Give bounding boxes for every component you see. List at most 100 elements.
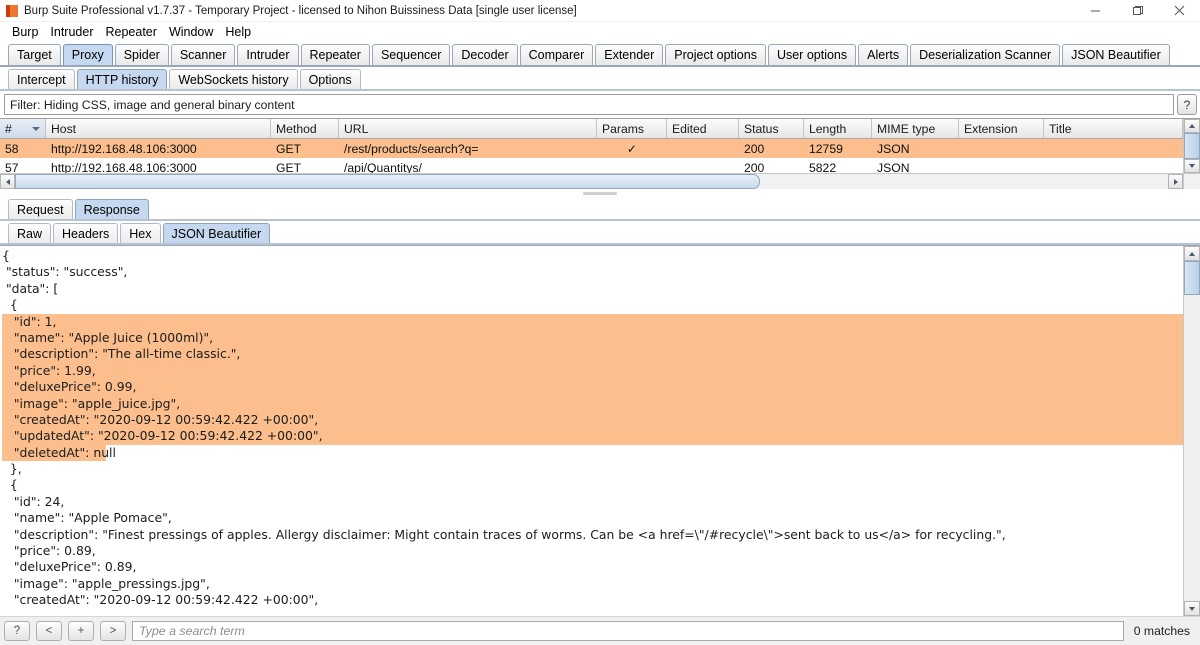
response-line: "id": 1,: [2, 313, 1183, 330]
table-row[interactable]: 58 http://192.168.48.106:3000 GET /rest/…: [0, 139, 1183, 158]
column-header-num[interactable]: #: [0, 119, 46, 138]
tab-intruder[interactable]: Intruder: [237, 44, 299, 65]
scroll-down-icon[interactable]: [1184, 601, 1200, 616]
cell-edited: [667, 158, 739, 173]
tab-scanner[interactable]: Scanner: [170, 44, 236, 65]
tab-comparer[interactable]: Comparer: [519, 44, 594, 65]
response-line: "updatedAt": "2020-09-12 00:59:42.422 +0…: [2, 428, 1183, 445]
scrollbar-track[interactable]: [1184, 295, 1200, 601]
maximize-button[interactable]: [1116, 0, 1158, 21]
scroll-up-icon[interactable]: [1184, 246, 1200, 261]
column-header-length[interactable]: Length: [804, 119, 872, 138]
menu-item-burp[interactable]: Burp: [6, 23, 44, 41]
search-help-button[interactable]: ?: [4, 621, 30, 641]
filter-bar[interactable]: Filter: Hiding CSS, image and general bi…: [4, 94, 1174, 115]
column-header-edited[interactable]: Edited: [667, 119, 739, 138]
tab-repeater[interactable]: Repeater: [300, 44, 370, 65]
sort-descending-icon: [32, 126, 40, 131]
minimize-button[interactable]: [1074, 0, 1116, 21]
cell-num: 57: [5, 160, 19, 174]
column-header-status[interactable]: Status: [739, 119, 804, 138]
scrollbar-thumb[interactable]: [1184, 133, 1200, 159]
tab-alerts[interactable]: Alerts: [858, 44, 909, 65]
search-input[interactable]: Type a search term: [132, 621, 1124, 641]
tab-websockets-history[interactable]: WebSockets history: [169, 69, 298, 89]
response-line: "deluxePrice": 0.89,: [2, 559, 137, 575]
scrollbar-thumb[interactable]: [1184, 261, 1200, 295]
response-line: {: [2, 248, 10, 263]
response-line: "description": "Finest pressings of appl…: [2, 526, 1006, 542]
response-body-editor[interactable]: { "status": "success", "data": [ { "id":…: [0, 246, 1183, 616]
response-line: {: [2, 297, 18, 313]
tab-project-options[interactable]: Project options: [665, 44, 766, 65]
table-body: 58 http://192.168.48.106:3000 GET /rest/…: [0, 139, 1183, 173]
response-line: "createdAt": "2020-09-12 00:59:42.422 +0…: [2, 411, 1183, 429]
tab-spider[interactable]: Spider: [114, 44, 169, 65]
column-header-host[interactable]: Host: [46, 119, 271, 138]
hscrollbar-track[interactable]: [15, 174, 1168, 189]
tab-request[interactable]: Request: [8, 199, 73, 219]
tab-sequencer[interactable]: Sequencer: [371, 44, 451, 65]
panel-splitter[interactable]: [0, 189, 1200, 198]
tab-proxy[interactable]: Proxy: [62, 44, 113, 65]
column-header-method[interactable]: Method: [271, 119, 339, 138]
tab-options[interactable]: Options: [299, 69, 361, 89]
response-line: "price": 1.99,: [2, 362, 1183, 380]
search-previous-button[interactable]: <: [36, 621, 62, 641]
column-header-extension[interactable]: Extension: [959, 119, 1044, 138]
filter-help-button[interactable]: ?: [1177, 94, 1197, 115]
message-tab-bar: Request Response: [0, 198, 1200, 221]
scroll-down-icon[interactable]: [1184, 158, 1200, 174]
menu-item-repeater[interactable]: Repeater: [100, 23, 163, 41]
cell-url: /api/Quantitys/: [344, 160, 422, 174]
tab-extender[interactable]: Extender: [595, 44, 664, 65]
tab-json-beautifier-view[interactable]: JSON Beautifier: [162, 223, 271, 243]
column-header-mime-type[interactable]: MIME type: [872, 119, 959, 138]
cell-params: ✓: [626, 141, 638, 156]
response-line: {: [2, 477, 18, 493]
tab-response[interactable]: Response: [74, 199, 149, 219]
cell-extension: [959, 139, 1044, 158]
scroll-up-icon[interactable]: [1184, 119, 1200, 134]
menu-item-help[interactable]: Help: [219, 23, 257, 41]
close-button[interactable]: [1158, 0, 1200, 21]
tab-hex[interactable]: Hex: [120, 223, 161, 243]
column-header-url[interactable]: URL: [339, 119, 597, 138]
column-label: #: [5, 121, 12, 136]
tab-json-beautifier[interactable]: JSON Beautifier: [1062, 44, 1170, 65]
tab-decoder[interactable]: Decoder: [452, 44, 518, 65]
editor-vertical-scrollbar[interactable]: [1183, 246, 1200, 616]
table-vertical-scrollbar[interactable]: [1183, 119, 1200, 174]
menu-item-intruder[interactable]: Intruder: [44, 23, 99, 41]
search-next-button[interactable]: >: [100, 621, 126, 641]
tab-intercept[interactable]: Intercept: [8, 69, 75, 89]
table-horizontal-scrollbar[interactable]: [0, 173, 1200, 189]
cell-edited: [667, 139, 739, 158]
cell-title: [1044, 139, 1183, 158]
scroll-left-icon[interactable]: [0, 174, 15, 189]
tab-target[interactable]: Target: [8, 44, 61, 65]
tab-raw[interactable]: Raw: [8, 223, 52, 243]
burp-logo-icon: [6, 4, 18, 17]
response-line: "status": "success",: [2, 264, 128, 280]
cell-status: 200: [744, 141, 765, 156]
response-line: "price": 0.89,: [2, 543, 96, 559]
hscrollbar-thumb[interactable]: [15, 174, 760, 189]
table-row[interactable]: 57 http://192.168.48.106:3000 GET /api/Q…: [0, 158, 1183, 174]
tab-headers[interactable]: Headers: [53, 223, 119, 243]
splitter-grip[interactable]: [583, 192, 617, 195]
menu-item-window[interactable]: Window: [163, 23, 219, 41]
cell-num: 58: [5, 141, 19, 156]
column-header-title[interactable]: Title: [1044, 119, 1183, 138]
cell-title: [1044, 158, 1183, 173]
response-line: "createdAt": "2020-09-12 00:59:42.422 +0…: [2, 592, 319, 608]
tab-user-options[interactable]: User options: [767, 44, 857, 65]
column-header-params[interactable]: Params: [597, 119, 667, 138]
cell-length: 12759: [809, 141, 843, 156]
window-title: Burp Suite Professional v1.7.37 - Tempor…: [24, 4, 577, 17]
scroll-right-icon[interactable]: [1168, 174, 1183, 189]
response-line: "id": 24,: [2, 493, 65, 509]
search-add-button[interactable]: +: [68, 621, 94, 641]
tab-deserialization-scanner[interactable]: Deserialization Scanner: [910, 44, 1061, 65]
tab-http-history[interactable]: HTTP history: [76, 69, 168, 89]
